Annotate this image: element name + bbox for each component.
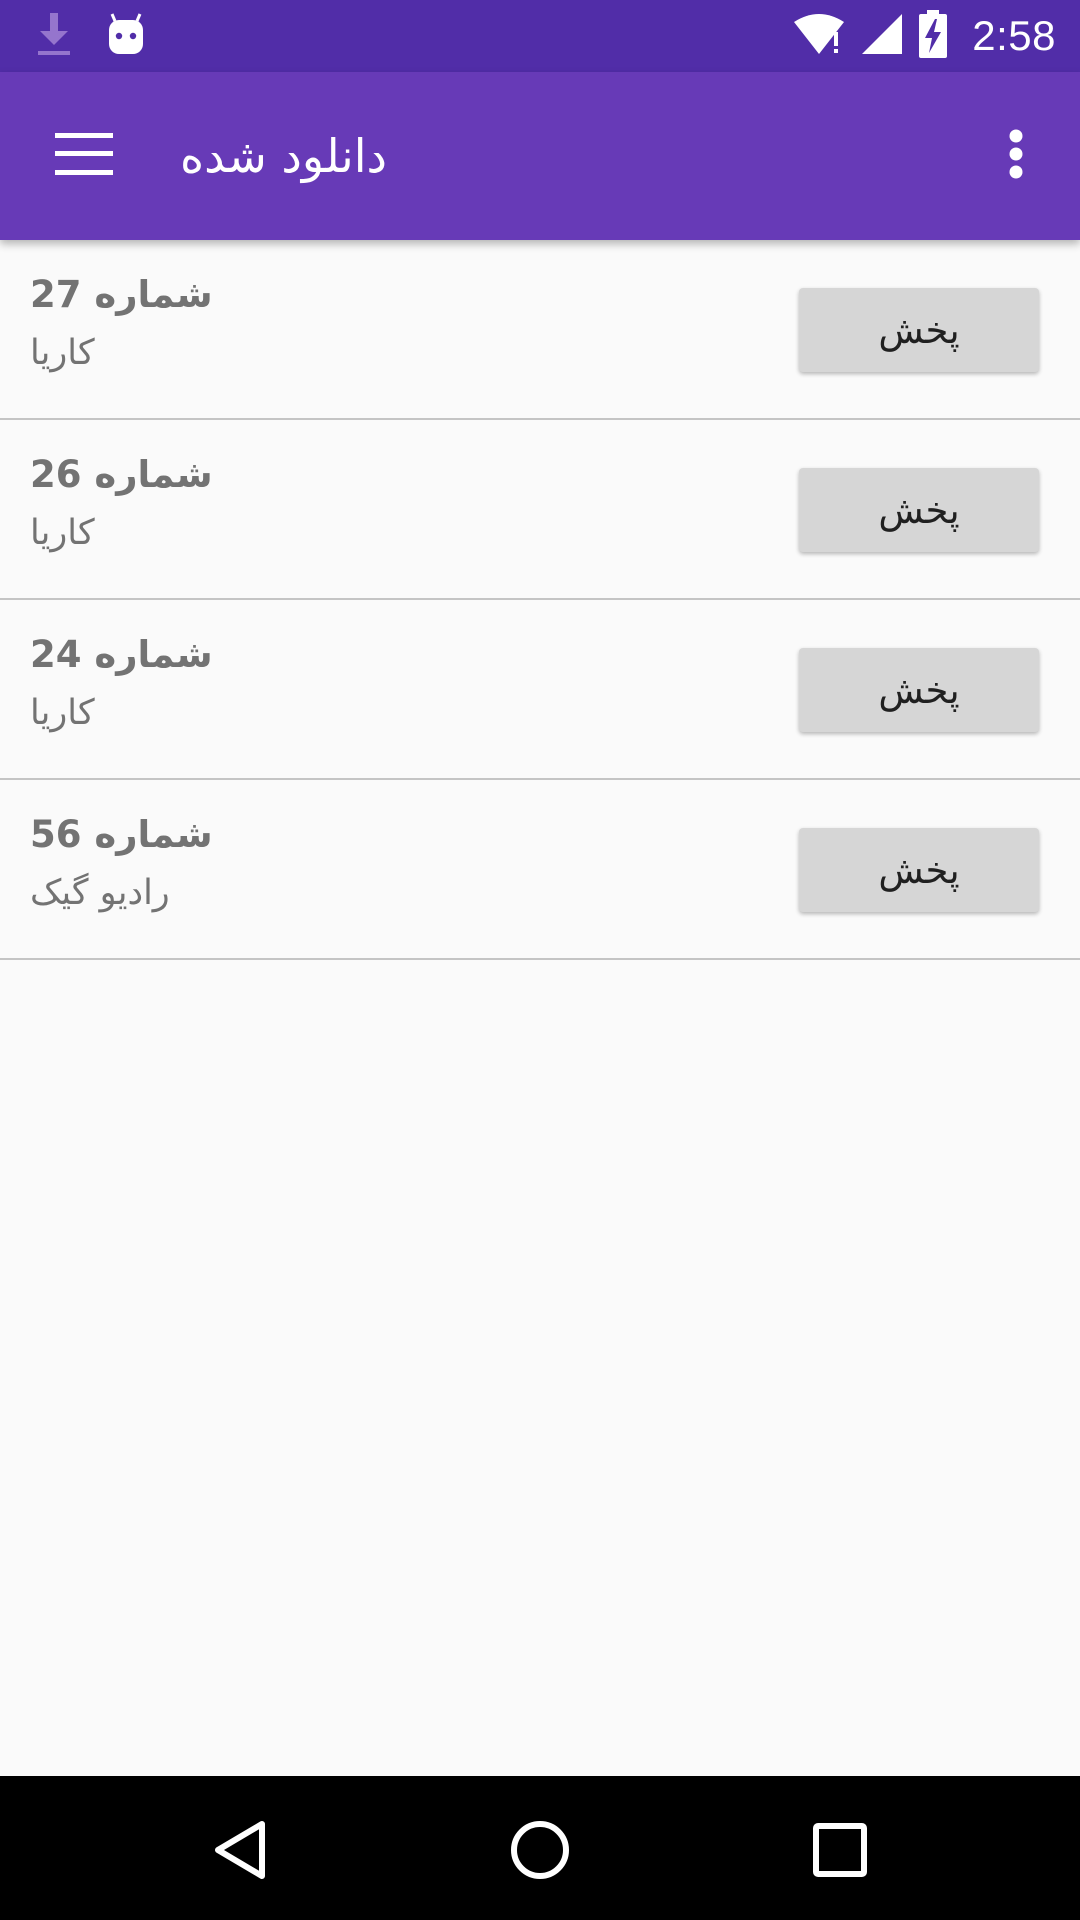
status-indicators: 2:58 [792,8,1056,64]
podcast-name: کاریا [30,693,95,733]
episode-title: شماره 26 [30,453,213,496]
list-item[interactable]: شماره 56 رادیو گیک پخش [0,780,1080,960]
back-icon [212,1820,268,1884]
battery-charging-icon [918,10,948,62]
status-notifications [36,10,146,62]
podcast-name: کاریا [30,513,95,553]
podcast-name: رادیو گیک [30,873,170,913]
hamburger-menu-icon [55,133,113,179]
home-icon [509,1819,571,1885]
status-bar: 2:58 [0,0,1080,72]
android-icon [106,12,146,60]
back-button[interactable] [200,1812,280,1892]
list-item[interactable]: شماره 26 کاریا پخش [0,420,1080,600]
system-navigation-bar [0,1776,1080,1920]
episode-title: شماره 56 [30,813,213,856]
recents-icon [813,1823,867,1881]
navigation-menu-button[interactable] [40,116,128,196]
play-button[interactable]: پخش [799,648,1039,732]
status-time: 2:58 [972,12,1056,59]
play-button[interactable]: پخش [799,468,1039,552]
app-bar: دانلود شده [0,72,1080,240]
more-vert-icon [1008,129,1024,183]
page-title: دانلود شده [180,129,387,183]
wifi-icon [792,12,846,60]
download-icon [36,11,72,61]
overflow-menu-button[interactable] [980,116,1052,196]
podcast-name: کاریا [30,333,95,373]
play-button[interactable]: پخش [799,828,1039,912]
signal-icon [860,12,904,60]
recents-button[interactable] [800,1812,880,1892]
list-item[interactable]: شماره 24 کاریا پخش [0,600,1080,780]
play-button[interactable]: پخش [799,288,1039,372]
downloaded-list: شماره 27 کاریا پخش شماره 26 کاریا پخش شم… [0,240,1080,960]
episode-title: شماره 24 [30,633,213,676]
home-button[interactable] [500,1812,580,1892]
episode-title: شماره 27 [30,273,213,316]
list-item[interactable]: شماره 27 کاریا پخش [0,240,1080,420]
